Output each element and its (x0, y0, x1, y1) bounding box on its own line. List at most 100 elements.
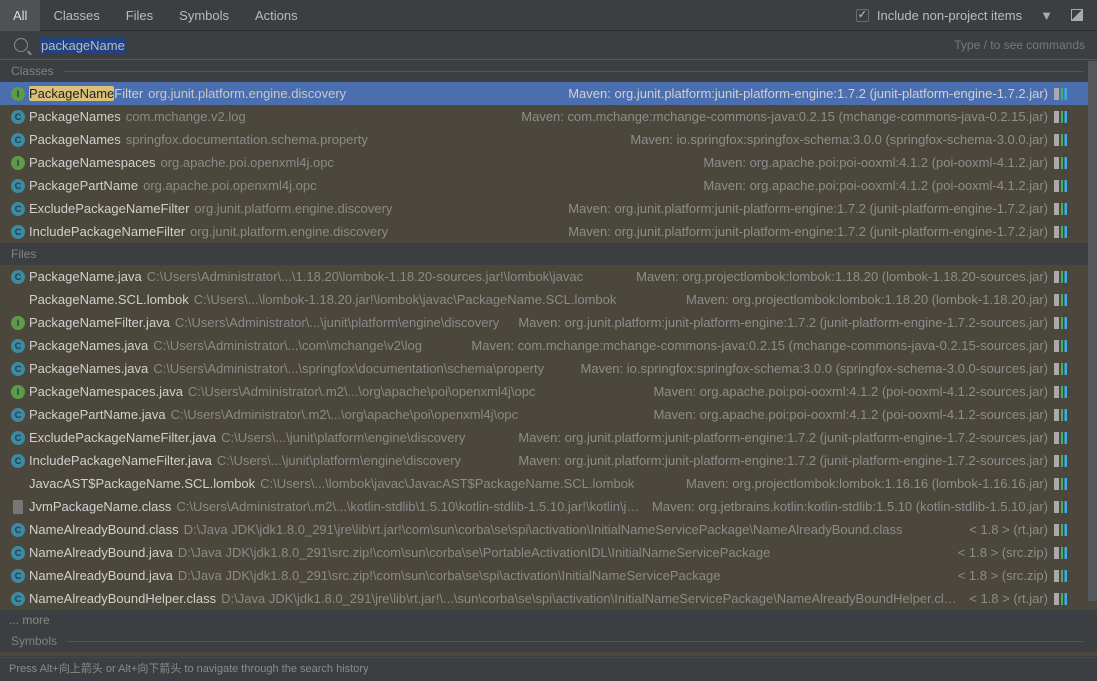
pin-window-icon[interactable] (1071, 9, 1083, 21)
result-name: PackageNameFilter.java (29, 315, 170, 330)
result-name: NameAlreadyBound.java (29, 545, 173, 560)
tab-symbols[interactable]: Symbols (166, 0, 242, 31)
result-name-text: NameAlreadyBound.class (29, 522, 179, 537)
library-icon (1054, 179, 1067, 192)
result-library: Maven: org.junit.platform:junit-platform… (568, 201, 1048, 216)
result-name-text: PackageNames.java (29, 361, 149, 376)
class-icon: C (11, 522, 25, 537)
search-input[interactable]: packageName (40, 37, 126, 53)
result-library: Maven: io.springfox:springfox-schema:3.0… (580, 361, 1048, 376)
result-path: C:\Users\...\junit\platform\engine\disco… (216, 453, 462, 468)
result-row[interactable]: JavacAST$PackageName.SCL.lombok C:\Users\… (0, 472, 1097, 495)
more-link[interactable]: ... more (0, 610, 1097, 630)
section-header-symbols: Symbols (0, 630, 1097, 652)
result-row[interactable]: C ExcludePackageNameFilter.java C:\Users\.… (0, 426, 1097, 449)
tab-classes[interactable]: Classes (40, 0, 112, 31)
result-name: PackageNames.java (29, 338, 148, 353)
result-row[interactable]: I PackageNameFilter.java C:\Users\Administ… (0, 311, 1097, 334)
result-path: org.junit.platform.engine.discovery (148, 86, 347, 101)
result-name-text: NameAlreadyBound.java (29, 568, 173, 583)
result-row[interactable]: I PackageNameFilter org.junit.platform.eng… (0, 82, 1097, 105)
result-row[interactable]: C PackageName.java C:\Users\Administrator\… (0, 265, 1097, 288)
result-row[interactable]: C PackagePartName.java C:\Users\Administra… (0, 403, 1097, 426)
result-row[interactable]: I PackageNamespaces.java C:\Users\Administ… (0, 380, 1097, 403)
filter-icon[interactable]: ▼ (1040, 8, 1053, 23)
library-icon (1054, 339, 1067, 352)
result-row[interactable]: C PackageNames.java C:\Users\Administrator… (0, 357, 1097, 380)
search-icon (14, 38, 28, 52)
result-row[interactable]: C IncludePackageNameFilter.java C:\Users\.… (0, 449, 1097, 472)
result-row[interactable]: C PackageNames com.mchange.v2.log Maven: co… (0, 105, 1097, 128)
class-icon: C (11, 453, 25, 468)
result-name-text: PackageNames (29, 109, 121, 124)
result-name-text: PackageNames (29, 132, 121, 147)
tab-files[interactable]: Files (113, 0, 166, 31)
result-library: < 1.8 > (rt.jar) (969, 591, 1048, 606)
tab-actions[interactable]: Actions (242, 0, 311, 31)
result-name-text: PackageName.java (29, 269, 142, 284)
result-row[interactable]: C NameAlreadyBound.class D:\Java JDK\jdk1.… (0, 518, 1097, 541)
result-row[interactable]: PackageName.SCL.lombok C:\Users\...\lombo… (0, 288, 1097, 311)
result-name: PackagePartName.java (29, 407, 166, 422)
section-label: Files (11, 247, 37, 261)
result-row[interactable]: C PackageNames springfox.documentation.sch… (0, 128, 1097, 151)
result-name: NameAlreadyBound.class (29, 522, 179, 537)
result-row[interactable]: JvmPackageName.class C:\Users\Administrat… (0, 495, 1097, 518)
scrollbar[interactable] (1088, 61, 1097, 601)
include-non-project-checkbox[interactable]: ✓ (855, 8, 869, 22)
result-row[interactable]: C NameAlreadyBound.java D:\Java JDK\jdk1.8… (0, 564, 1097, 587)
result-path: com.mchange.v2.log (125, 109, 246, 124)
library-icon (1054, 385, 1067, 398)
result-row[interactable]: C PackageNames.java C:\Users\Administrator… (0, 334, 1097, 357)
result-library: Maven: org.apache.poi:poi-ooxml:4.1.2 (p… (703, 155, 1048, 170)
library-icon (1054, 293, 1067, 306)
file-icon (11, 477, 25, 491)
class-icon: C (11, 361, 25, 376)
library-icon (1054, 523, 1067, 536)
library-icon (1054, 87, 1067, 100)
library-icon (1054, 592, 1067, 605)
result-row[interactable]: C PackagePartName org.apache.poi.openxml4j… (0, 174, 1097, 197)
library-icon (1054, 133, 1067, 146)
section-header-classes: Classes (0, 60, 1097, 82)
interface-icon: I (11, 86, 25, 101)
kotlin-file-icon (13, 499, 23, 514)
interface-icon: I (11, 384, 25, 399)
result-row[interactable]: C ExcludePackageNameFilter org.junit.platf… (0, 197, 1097, 220)
result-path: org.apache.poi.openxml4j.opc (160, 155, 334, 170)
result-row[interactable]: C NameAlreadyBound.java D:\Java JDK\jdk1.8… (0, 541, 1097, 564)
tab-all[interactable]: All (0, 0, 41, 31)
result-library: Maven: org.jetbrains.kotlin:kotlin-stdli… (652, 499, 1048, 514)
result-name: PackageNames (29, 109, 121, 124)
result-path: C:\Users\...\lombok-1.18.20.jar!\lombok\… (193, 292, 617, 307)
library-icon (1054, 362, 1067, 375)
section-label: Classes (11, 64, 54, 78)
result-name-text: ExcludePackageNameFilter.java (29, 430, 217, 445)
result-library: Maven: org.junit.platform:junit-platform… (518, 430, 1048, 445)
result-name-text: JvmPackageName.class (29, 499, 172, 514)
library-icon (1054, 316, 1067, 329)
class-icon: C (11, 109, 25, 124)
result-row[interactable]: I PackageNamespaces org.apache.poi.openxml… (0, 151, 1097, 174)
class-icon: C (11, 132, 25, 147)
library-icon (1054, 270, 1067, 283)
result-name-text: PackagePartName (29, 178, 139, 193)
library-icon (1054, 569, 1067, 582)
match-highlight: PackageName (29, 86, 115, 101)
class-icon: C (11, 407, 25, 422)
result-library: Maven: org.apache.poi:poi-ooxml:4.1.2 (p… (653, 407, 1048, 422)
result-name: JvmPackageName.class (29, 499, 171, 514)
library-icon (1054, 225, 1067, 238)
section-header-files: Files (0, 243, 1097, 265)
result-path: C:\Users\Administrator\...\1.18.20\lombo… (146, 269, 584, 284)
result-row[interactable]: C IncludePackageNameFilter org.junit.platf… (0, 220, 1097, 243)
class-icon: C (11, 224, 25, 239)
result-row[interactable]: C NameAlreadyBoundHelper.class D:\Java JDK… (0, 587, 1097, 610)
result-name-text: PackageNames.java (29, 338, 149, 353)
include-non-project-label[interactable]: Include non-project items (877, 8, 1022, 23)
result-path: C:\Users\Administrator\.m2\...\org\apach… (170, 407, 519, 422)
library-icon (1054, 477, 1067, 490)
class-icon: C (11, 178, 25, 193)
library-icon (1054, 500, 1067, 513)
symbols-list (0, 652, 1097, 656)
